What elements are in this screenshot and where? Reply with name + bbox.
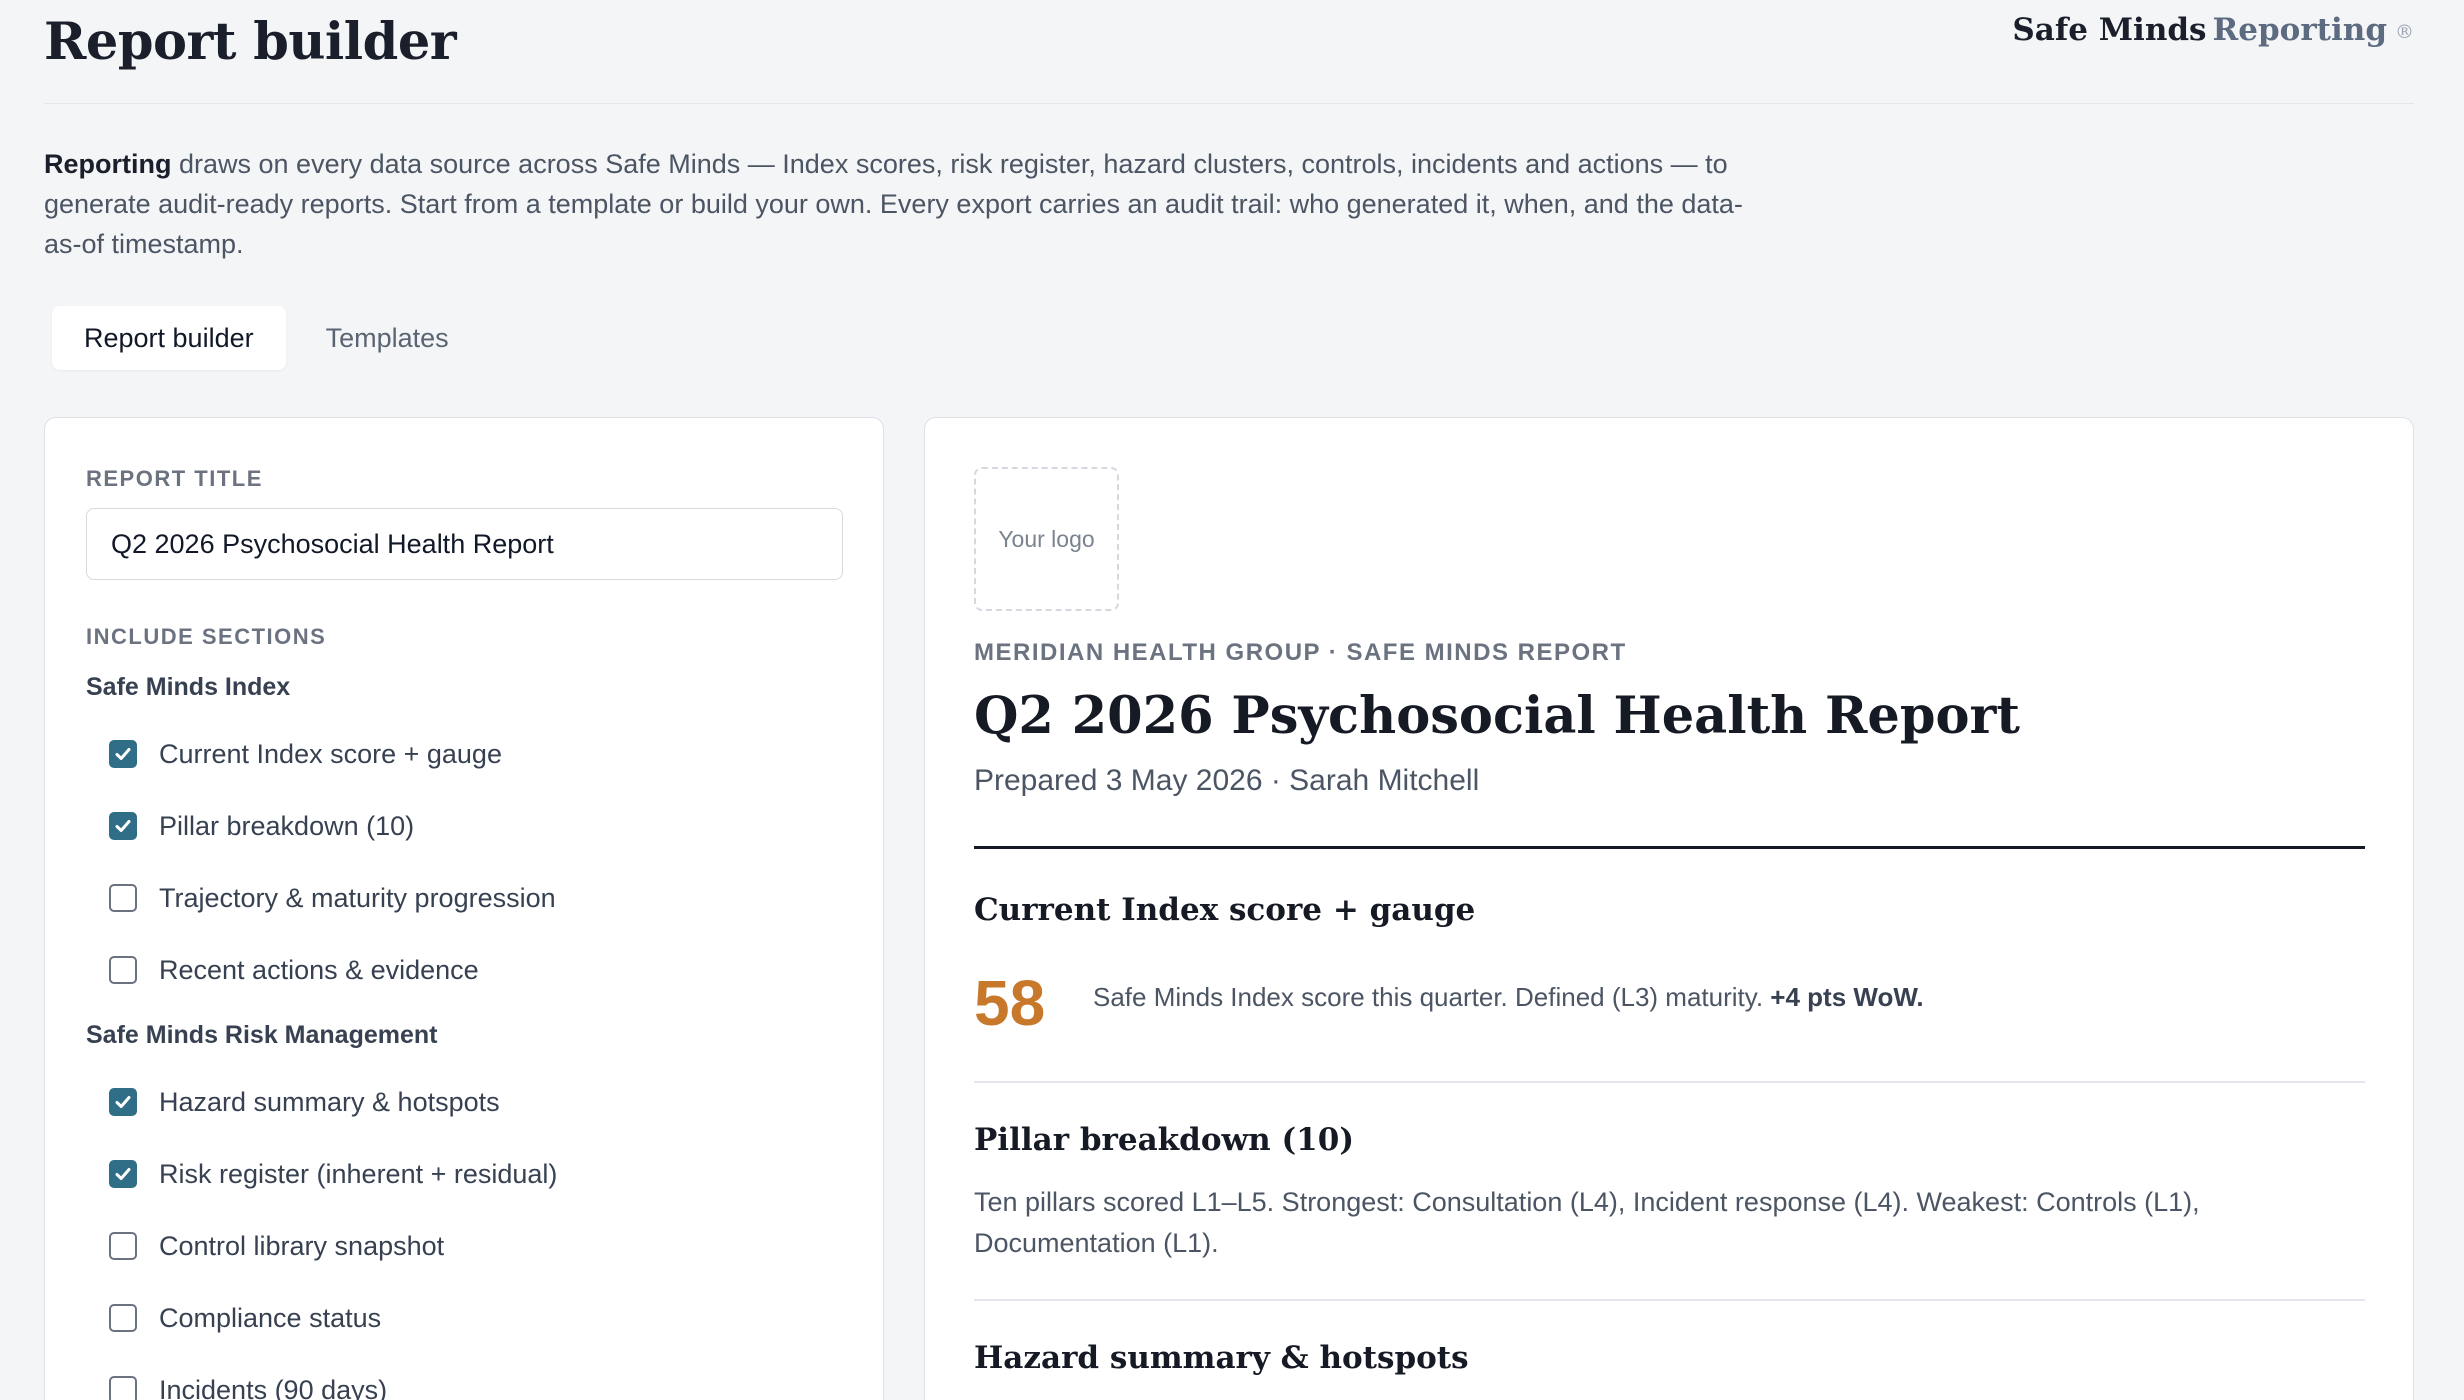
checkbox[interactable]: [109, 1088, 137, 1116]
check-icon: [115, 1096, 131, 1108]
check-icon: [115, 748, 131, 760]
section-option-index-score[interactable]: Current Index score + gauge: [109, 734, 502, 774]
logo-placeholder[interactable]: Your logo: [974, 467, 1119, 611]
brand-logo: Safe Minds Reporting ®: [2012, 12, 2414, 48]
prepared-line: Prepared 3 May 2026 · Sarah Mitchell: [974, 764, 1480, 797]
title-divider: [974, 846, 2365, 849]
group-heading-index: Safe Minds Index: [86, 673, 291, 701]
option-label: Pillar breakdown (10): [159, 810, 415, 841]
option-label: Incidents (90 days): [159, 1374, 388, 1400]
page-title: Report builder: [44, 12, 457, 72]
intro-text: Reporting draws on every data source acr…: [44, 144, 1744, 264]
option-label: Control library snapshot: [159, 1230, 445, 1261]
section-option-recent-actions[interactable]: Recent actions & evidence: [109, 950, 479, 990]
report-title-input[interactable]: [86, 508, 843, 580]
option-label: Trajectory & maturity progression: [159, 882, 556, 913]
section-option-incidents[interactable]: Incidents (90 days): [109, 1370, 387, 1400]
score-desc-text: Safe Minds Index score this quarter. Def…: [1093, 982, 1771, 1012]
brand-secondary: Reporting: [2212, 12, 2387, 48]
score-delta: +4 pts WoW.: [1770, 982, 1924, 1012]
checkbox[interactable]: [109, 1160, 137, 1188]
section-title-pillars: Pillar breakdown (10): [974, 1122, 1354, 1158]
page-header: Report builder Safe Minds Reporting ®: [44, 0, 2414, 104]
checkbox[interactable]: [109, 1376, 137, 1400]
checkbox[interactable]: [109, 812, 137, 840]
builder-panel: REPORT TITLE INCLUDE SECTIONS Safe Minds…: [44, 417, 884, 1400]
preview-report-title: Q2 2026 Psychosocial Health Report: [974, 686, 2020, 746]
tab-bar: Report builder Templates: [52, 306, 481, 370]
registered-mark: ®: [2395, 20, 2414, 43]
option-label: Risk register (inherent + residual): [159, 1158, 558, 1189]
section-divider: [974, 1299, 2365, 1301]
tab-report-builder[interactable]: Report builder: [52, 306, 286, 370]
section-title-index: Current Index score + gauge: [974, 892, 1476, 928]
section-divider: [974, 1081, 2365, 1083]
check-icon: [115, 1168, 131, 1180]
option-label: Recent actions & evidence: [159, 954, 479, 985]
checkbox[interactable]: [109, 884, 137, 912]
intro-body: draws on every data source across Safe M…: [44, 149, 1743, 259]
tab-templates[interactable]: Templates: [294, 306, 481, 370]
intro-lead: Reporting: [44, 149, 172, 179]
checkbox[interactable]: [109, 740, 137, 768]
option-label: Current Index score + gauge: [159, 738, 502, 769]
org-line: MERIDIAN HEALTH GROUP · SAFE MINDS REPOR…: [974, 639, 1627, 666]
index-score: 58: [974, 967, 1046, 1039]
report-title-label: REPORT TITLE: [86, 466, 263, 491]
group-heading-risk: Safe Minds Risk Management: [86, 1021, 438, 1049]
brand-primary: Safe Minds: [2012, 12, 2207, 48]
pillar-description: Ten pillars scored L1–L5. Strongest: Con…: [974, 1187, 2200, 1258]
report-preview: Your logo MERIDIAN HEALTH GROUP · SAFE M…: [924, 417, 2414, 1400]
checkbox[interactable]: [109, 1232, 137, 1260]
include-sections-label: INCLUDE SECTIONS: [86, 624, 327, 649]
section-option-pillar-breakdown[interactable]: Pillar breakdown (10): [109, 806, 414, 846]
section-option-hazard-summary[interactable]: Hazard summary & hotspots: [109, 1082, 500, 1122]
index-score-description: Safe Minds Index score this quarter. Def…: [1093, 982, 1924, 1013]
section-option-control-library[interactable]: Control library snapshot: [109, 1226, 444, 1266]
checkbox[interactable]: [109, 1304, 137, 1332]
option-label: Compliance status: [159, 1302, 382, 1333]
checkbox[interactable]: [109, 956, 137, 984]
check-icon: [115, 820, 131, 832]
section-title-hazards: Hazard summary & hotspots: [974, 1340, 1469, 1376]
section-option-trajectory[interactable]: Trajectory & maturity progression: [109, 878, 556, 918]
section-option-compliance[interactable]: Compliance status: [109, 1298, 381, 1338]
option-label: Hazard summary & hotspots: [159, 1086, 500, 1117]
section-option-risk-register[interactable]: Risk register (inherent + residual): [109, 1154, 557, 1194]
